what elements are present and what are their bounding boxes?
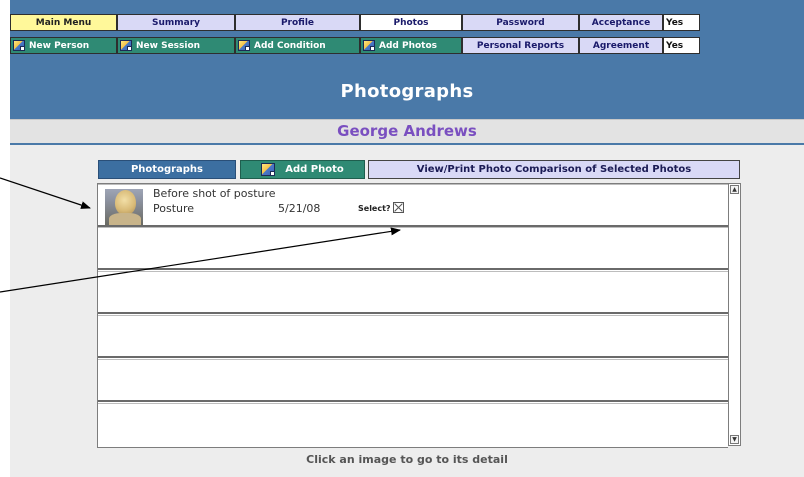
photo-description: Before shot of posture	[153, 187, 276, 200]
photo-thumbnail[interactable]	[105, 189, 143, 225]
scroll-down-icon[interactable]: ▼	[730, 435, 739, 444]
add-session-icon	[120, 40, 132, 51]
photographs-app: Main Menu Summary Profile Photos Passwor…	[10, 0, 804, 477]
agreement-value: Yes	[663, 37, 700, 54]
add-condition-button[interactable]: Add Condition	[235, 37, 360, 54]
photo-row: Before shot of posture Posture 5/21/08 S…	[98, 184, 728, 227]
add-photo-label: Add Photo	[285, 164, 344, 175]
thumbnail-head	[115, 190, 136, 215]
nav-personal-reports[interactable]: Personal Reports	[462, 37, 579, 54]
hint-text: Click an image to go to its detail	[306, 453, 508, 466]
add-photos-icon	[363, 40, 375, 51]
list-item	[98, 403, 728, 447]
photo-list: Before shot of posture Posture 5/21/08 S…	[97, 183, 728, 448]
page-title: Photographs	[340, 81, 474, 102]
new-person-button[interactable]: New Person	[10, 37, 117, 54]
acceptance-value: Yes	[663, 14, 700, 31]
new-person-label: New Person	[29, 40, 90, 51]
add-person-icon	[13, 40, 25, 51]
list-item	[98, 227, 728, 270]
nav-profile[interactable]: Profile	[235, 14, 360, 31]
nav-main-menu[interactable]: Main Menu	[10, 14, 117, 31]
action-nav-row: New Person New Session Add Condition Add…	[10, 37, 700, 54]
add-photo-button[interactable]: Add Photo	[240, 160, 365, 179]
nav-acceptance[interactable]: Acceptance	[579, 14, 663, 31]
nav-photos[interactable]: Photos	[360, 14, 462, 31]
select-checkbox[interactable]	[393, 202, 404, 213]
list-item	[98, 315, 728, 358]
add-photo-icon	[261, 163, 276, 176]
list-item	[98, 271, 728, 314]
add-photos-label: Add Photos	[379, 40, 438, 51]
photo-category: Posture	[153, 202, 195, 215]
new-session-label: New Session	[136, 40, 201, 51]
tab-photographs[interactable]: Photographs	[98, 160, 236, 179]
list-scrollbar[interactable]: ▲ ▼	[728, 183, 741, 446]
add-condition-icon	[238, 40, 250, 51]
thumbnail-shoulders	[109, 213, 141, 225]
add-photos-button[interactable]: Add Photos	[360, 37, 462, 54]
scroll-up-icon[interactable]: ▲	[730, 185, 739, 194]
nav-password[interactable]: Password	[462, 14, 579, 31]
photo-date: 5/21/08	[278, 202, 321, 215]
select-label: Select?	[358, 204, 391, 213]
person-name: George Andrews	[10, 119, 804, 143]
nav-summary[interactable]: Summary	[117, 14, 235, 31]
main-nav-row: Main Menu Summary Profile Photos Passwor…	[10, 14, 700, 31]
list-item	[98, 359, 728, 402]
new-session-button[interactable]: New Session	[117, 37, 235, 54]
add-condition-label: Add Condition	[254, 40, 326, 51]
view-print-comparison-button[interactable]: View/Print Photo Comparison of Selected …	[368, 160, 740, 179]
photos-panel: Photographs Add Photo View/Print Photo C…	[10, 145, 804, 477]
nav-agreement[interactable]: Agreement	[579, 37, 663, 54]
